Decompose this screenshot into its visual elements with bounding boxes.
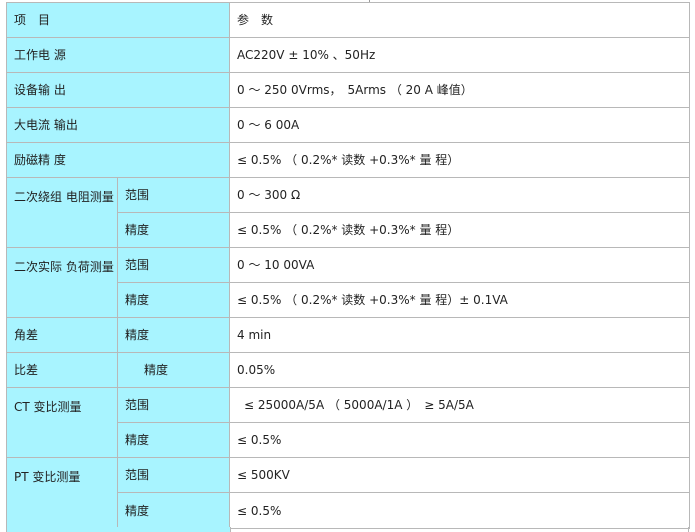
winding-range-value: 0 ～ 300 Ω — [229, 177, 691, 213]
winding-resistance-label: 二次绕组 电阻测量 — [6, 177, 118, 248]
next-row-partial — [6, 527, 689, 532]
output-value: 0 ～ 250 0Vrms， 5Arms （ 20 A 峰值） — [229, 72, 691, 108]
next-row-label-strip — [7, 527, 231, 532]
table-row-high-current: 大电流 输出 0 ～ 6 00A — [5, 107, 691, 143]
ct-accuracy-value: ≤ 0.5% — [229, 422, 691, 458]
winding-range-label: 范围 — [116, 177, 231, 213]
pt-ratio-label: PT 变比测量 — [6, 457, 118, 529]
ratio-error-label: 比差 — [6, 352, 118, 388]
header-param-cell: 参 数 — [229, 2, 691, 38]
power-label: 工作电 源 — [5, 37, 231, 73]
table-row-power: 工作电 源 AC220V ± 10% 、50Hz — [5, 37, 691, 73]
pt-range-value: ≤ 500KV — [229, 457, 691, 493]
high-current-value: 0 ～ 6 00A — [229, 107, 691, 143]
header-item-cell: 项 目 — [5, 2, 231, 38]
angle-accuracy-label: 精度 — [116, 317, 231, 353]
table-row-ct-range: CT 变比测量 范围 ≤ 25000A/5A （ 5000A/1A ） ≥ 5A… — [6, 387, 691, 458]
spec-table: 项 目 参 数 工作电 源 AC220V ± 10% 、50Hz 设备输 出 0… — [5, 2, 691, 529]
table-row-header: 项 目 参 数 — [5, 2, 691, 38]
table-row-load-range: 二次实际 负荷测量 范围 0 ～ 10 00VA — [6, 247, 691, 318]
output-label: 设备输 出 — [5, 72, 231, 108]
angle-error-label: 角差 — [6, 317, 118, 353]
winding-accuracy-label: 精度 — [116, 212, 231, 248]
table-row-output: 设备输 出 0 ～ 250 0Vrms， 5Arms （ 20 A 峰值） — [5, 72, 691, 108]
power-value: AC220V ± 10% 、50Hz — [229, 37, 691, 73]
load-accuracy-value: ≤ 0.5% （ 0.2%* 读数 +0.3%* 量 程）± 0.1VA — [229, 282, 691, 318]
winding-accuracy-value: ≤ 0.5% （ 0.2%* 读数 +0.3%* 量 程） — [229, 212, 691, 248]
actual-load-label: 二次实际 负荷测量 — [6, 247, 118, 318]
pt-accuracy-value: ≤ 0.5% — [229, 492, 691, 529]
ct-ratio-label: CT 变比测量 — [6, 387, 118, 458]
table-row-winding-range: 二次绕组 电阻测量 范围 0 ～ 300 Ω — [6, 177, 691, 248]
angle-accuracy-value: 4 min — [229, 317, 691, 353]
ct-range-label: 范围 — [116, 387, 231, 423]
ratio-accuracy-value: 0.05% — [229, 352, 691, 388]
load-range-value: 0 ～ 10 00VA — [229, 247, 691, 283]
ct-range-value: ≤ 25000A/5A （ 5000A/1A ） ≥ 5A/5A — [229, 387, 691, 423]
table-row-excitation: 励磁精 度 ≤ 0.5% （ 0.2%* 读数 +0.3%* 量 程） — [5, 142, 691, 178]
table-row-pt-range: PT 变比测量 范围 ≤ 500KV — [6, 457, 691, 529]
ratio-accuracy-label: 精度 — [116, 352, 231, 388]
load-accuracy-label: 精度 — [116, 282, 231, 318]
pt-accuracy-label: 精度 — [116, 492, 231, 529]
table-row-ratio-error: 比差 精度 0.05% — [6, 352, 691, 388]
ct-accuracy-label: 精度 — [116, 422, 231, 458]
pt-range-label: 范围 — [116, 457, 231, 493]
table-row-angle-error: 角差 精度 4 min — [6, 317, 691, 353]
load-range-label: 范围 — [116, 247, 231, 283]
excitation-label: 励磁精 度 — [5, 142, 231, 178]
high-current-label: 大电流 输出 — [5, 107, 231, 143]
excitation-value: ≤ 0.5% （ 0.2%* 读数 +0.3%* 量 程） — [229, 142, 691, 178]
